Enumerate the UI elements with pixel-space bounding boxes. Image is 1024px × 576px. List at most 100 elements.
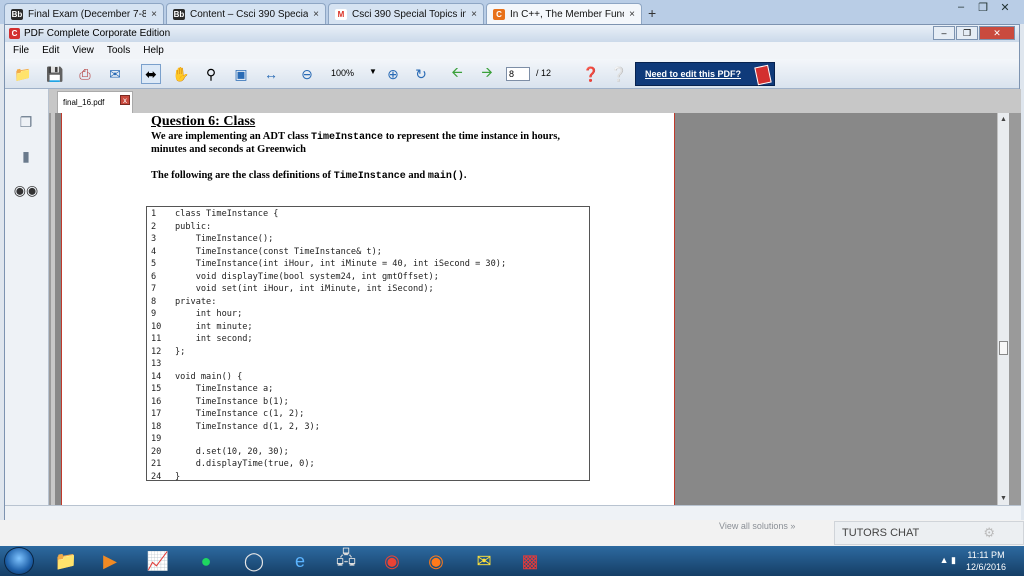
- help-icon[interactable]: ❓: [581, 64, 601, 84]
- zoom-dropdown-icon[interactable]: ▼: [369, 67, 377, 76]
- page-total: / 12: [536, 68, 552, 78]
- binoculars-icon[interactable]: ◉◉: [14, 181, 38, 199]
- code-text: TimeInstance(const TimeInstance& t);: [175, 246, 382, 257]
- magnifier-icon[interactable]: ⚲: [201, 64, 221, 84]
- view-all-solutions-link[interactable]: View all solutions »: [719, 521, 795, 531]
- tutors-chat-panel[interactable]: TUTORS CHAT ⚙: [834, 521, 1024, 545]
- menu-bar: File Edit View Tools Help: [5, 42, 1019, 59]
- document-tab[interactable]: final_16.pdf x: [57, 91, 133, 113]
- close-icon[interactable]: ×: [313, 9, 319, 20]
- code-line: 12};: [147, 346, 589, 359]
- print-icon[interactable]: ⎙: [75, 64, 95, 84]
- browser-tab[interactable]: Bb Content – Csci 390 Special ... ×: [166, 3, 326, 24]
- menu-file[interactable]: File: [13, 45, 29, 56]
- code-text: TimeInstance d(1, 2, 3);: [175, 421, 320, 432]
- close-icon[interactable]: ×: [471, 9, 477, 20]
- email-icon[interactable]: ✉: [105, 64, 125, 84]
- pdf-viewer[interactable]: Question 6: Class We are implementing an…: [51, 113, 1009, 505]
- menu-edit[interactable]: Edit: [42, 45, 59, 56]
- app-close-icon[interactable]: ✕: [979, 26, 1015, 40]
- vpn-icon[interactable]: ◯: [234, 548, 274, 574]
- system-clock[interactable]: 11:11 PM 12/6/2016: [966, 549, 1006, 573]
- next-page-icon[interactable]: 🡪: [477, 64, 497, 84]
- spotify-icon[interactable]: ●: [186, 548, 226, 574]
- tray-icons[interactable]: ▲ ▮: [940, 555, 956, 566]
- zoom-level[interactable]: 100%: [331, 68, 354, 78]
- gear-icon[interactable]: ⚙: [983, 525, 995, 541]
- save-icon[interactable]: 💾: [45, 64, 65, 84]
- firefox-icon[interactable]: ◉: [416, 548, 456, 574]
- browser-tab[interactable]: M Csci 390 Special Topics in ... ×: [328, 3, 484, 24]
- app-restore-icon[interactable]: ❐: [956, 26, 978, 40]
- file-explorer-icon[interactable]: 📁: [46, 548, 86, 574]
- browser-tab[interactable]: Bb Final Exam (December 7-8)... ×: [4, 3, 164, 24]
- fit-width-icon[interactable]: ↔: [261, 64, 281, 84]
- chrome-icon[interactable]: ◉: [372, 548, 412, 574]
- page-number-input[interactable]: [506, 67, 530, 81]
- line-number: 18: [151, 421, 162, 432]
- close-icon[interactable]: ×: [151, 9, 157, 20]
- edit-pdf-banner[interactable]: Need to edit this PDF?: [635, 62, 775, 86]
- internet-explorer-icon[interactable]: e: [280, 548, 320, 574]
- clock-time: 11:11 PM: [967, 550, 1005, 560]
- media-player-icon[interactable]: ▶: [90, 548, 130, 574]
- help-online-icon[interactable]: ❔: [609, 64, 629, 84]
- minimize-icon[interactable]: –: [950, 1, 972, 13]
- tab-title: In C++, The Member Func...: [510, 8, 625, 20]
- code-line: 7 void set(int iHour, int iMinute, int i…: [147, 283, 589, 296]
- document-area: ❐ ▮ ◉◉ final_16.pdf x Question 6: Class …: [5, 89, 1021, 505]
- vertical-scrollbar[interactable]: ▲ ▼: [997, 113, 1009, 505]
- edit-pdf-link[interactable]: Need to edit this PDF?: [645, 69, 741, 79]
- code-text: private:: [175, 296, 217, 307]
- prev-page-icon[interactable]: 🡨: [447, 64, 467, 84]
- blackboard-icon: Bb: [173, 8, 185, 20]
- window-close-icon[interactable]: ✕: [994, 1, 1016, 14]
- defs-text: The following are the class definitions …: [151, 170, 334, 181]
- network-icon[interactable]: 🖧: [326, 548, 366, 574]
- scroll-thumb[interactable]: [999, 341, 1008, 355]
- code-line: 17 TimeInstance c(1, 2);: [147, 408, 589, 421]
- code-line: 2 public:: [147, 221, 589, 234]
- pdf-page: Question 6: Class We are implementing an…: [61, 113, 675, 505]
- pdf-app-icon[interactable]: ▩: [510, 548, 550, 574]
- new-tab-button[interactable]: +: [648, 5, 656, 21]
- intro-code: TimeInstance: [311, 132, 384, 143]
- chart-app-icon[interactable]: 📈: [138, 548, 178, 574]
- restore-icon[interactable]: ❐: [972, 1, 994, 14]
- scroll-down-icon[interactable]: ▼: [1000, 495, 1007, 502]
- code-line: 24}: [147, 471, 589, 484]
- menu-tools[interactable]: Tools: [107, 45, 130, 56]
- line-number: 10: [151, 321, 162, 332]
- mail-app-icon[interactable]: ✉: [464, 548, 504, 574]
- scroll-up-icon[interactable]: ▲: [1000, 116, 1007, 123]
- document-close-icon[interactable]: x: [120, 95, 130, 105]
- hand-icon[interactable]: ✋: [171, 64, 191, 84]
- menu-help[interactable]: Help: [143, 45, 164, 56]
- code-text: int minute;: [175, 321, 253, 332]
- menu-view[interactable]: View: [72, 45, 94, 56]
- open-folder-icon[interactable]: 📁: [13, 64, 33, 84]
- select-icon[interactable]: ⬌: [141, 64, 161, 84]
- browser-tab-strip: Bb Final Exam (December 7-8)... × Bb Con…: [0, 0, 1024, 24]
- fit-page-icon[interactable]: ▣: [231, 64, 251, 84]
- app-minimize-icon[interactable]: –: [933, 26, 955, 40]
- pages-icon[interactable]: ❐: [17, 113, 35, 131]
- code-line: 6 void displayTime(bool system24, int gm…: [147, 271, 589, 284]
- code-line: 20 d.set(10, 20, 30);: [147, 446, 589, 459]
- bookmarks-icon[interactable]: ▮: [17, 147, 35, 165]
- line-number: 13: [151, 359, 162, 369]
- zoom-in-icon[interactable]: ⊕: [383, 64, 403, 84]
- code-text: void displayTime(bool system24, int gmtO…: [175, 271, 439, 282]
- line-number: 19: [151, 434, 162, 444]
- defs-code-2: main(): [427, 171, 464, 182]
- start-button[interactable]: [4, 547, 34, 575]
- close-icon[interactable]: ×: [629, 9, 635, 20]
- rotate-icon[interactable]: ↻: [411, 64, 431, 84]
- zoom-out-icon[interactable]: ⊖: [297, 64, 317, 84]
- toolbar: 📁 💾 ⎙ ✉ ⬌ ✋ ⚲ ▣ ↔ ⊖ 100% ▼ ⊕ ↻ 🡨 🡪 / 12 …: [5, 59, 1019, 89]
- pdf-badge-icon: [754, 64, 772, 86]
- code-text: d.set(10, 20, 30);: [175, 446, 289, 457]
- browser-tab-active[interactable]: C In C++, The Member Func... ×: [486, 3, 642, 24]
- code-text: TimeInstance b(1);: [175, 396, 289, 407]
